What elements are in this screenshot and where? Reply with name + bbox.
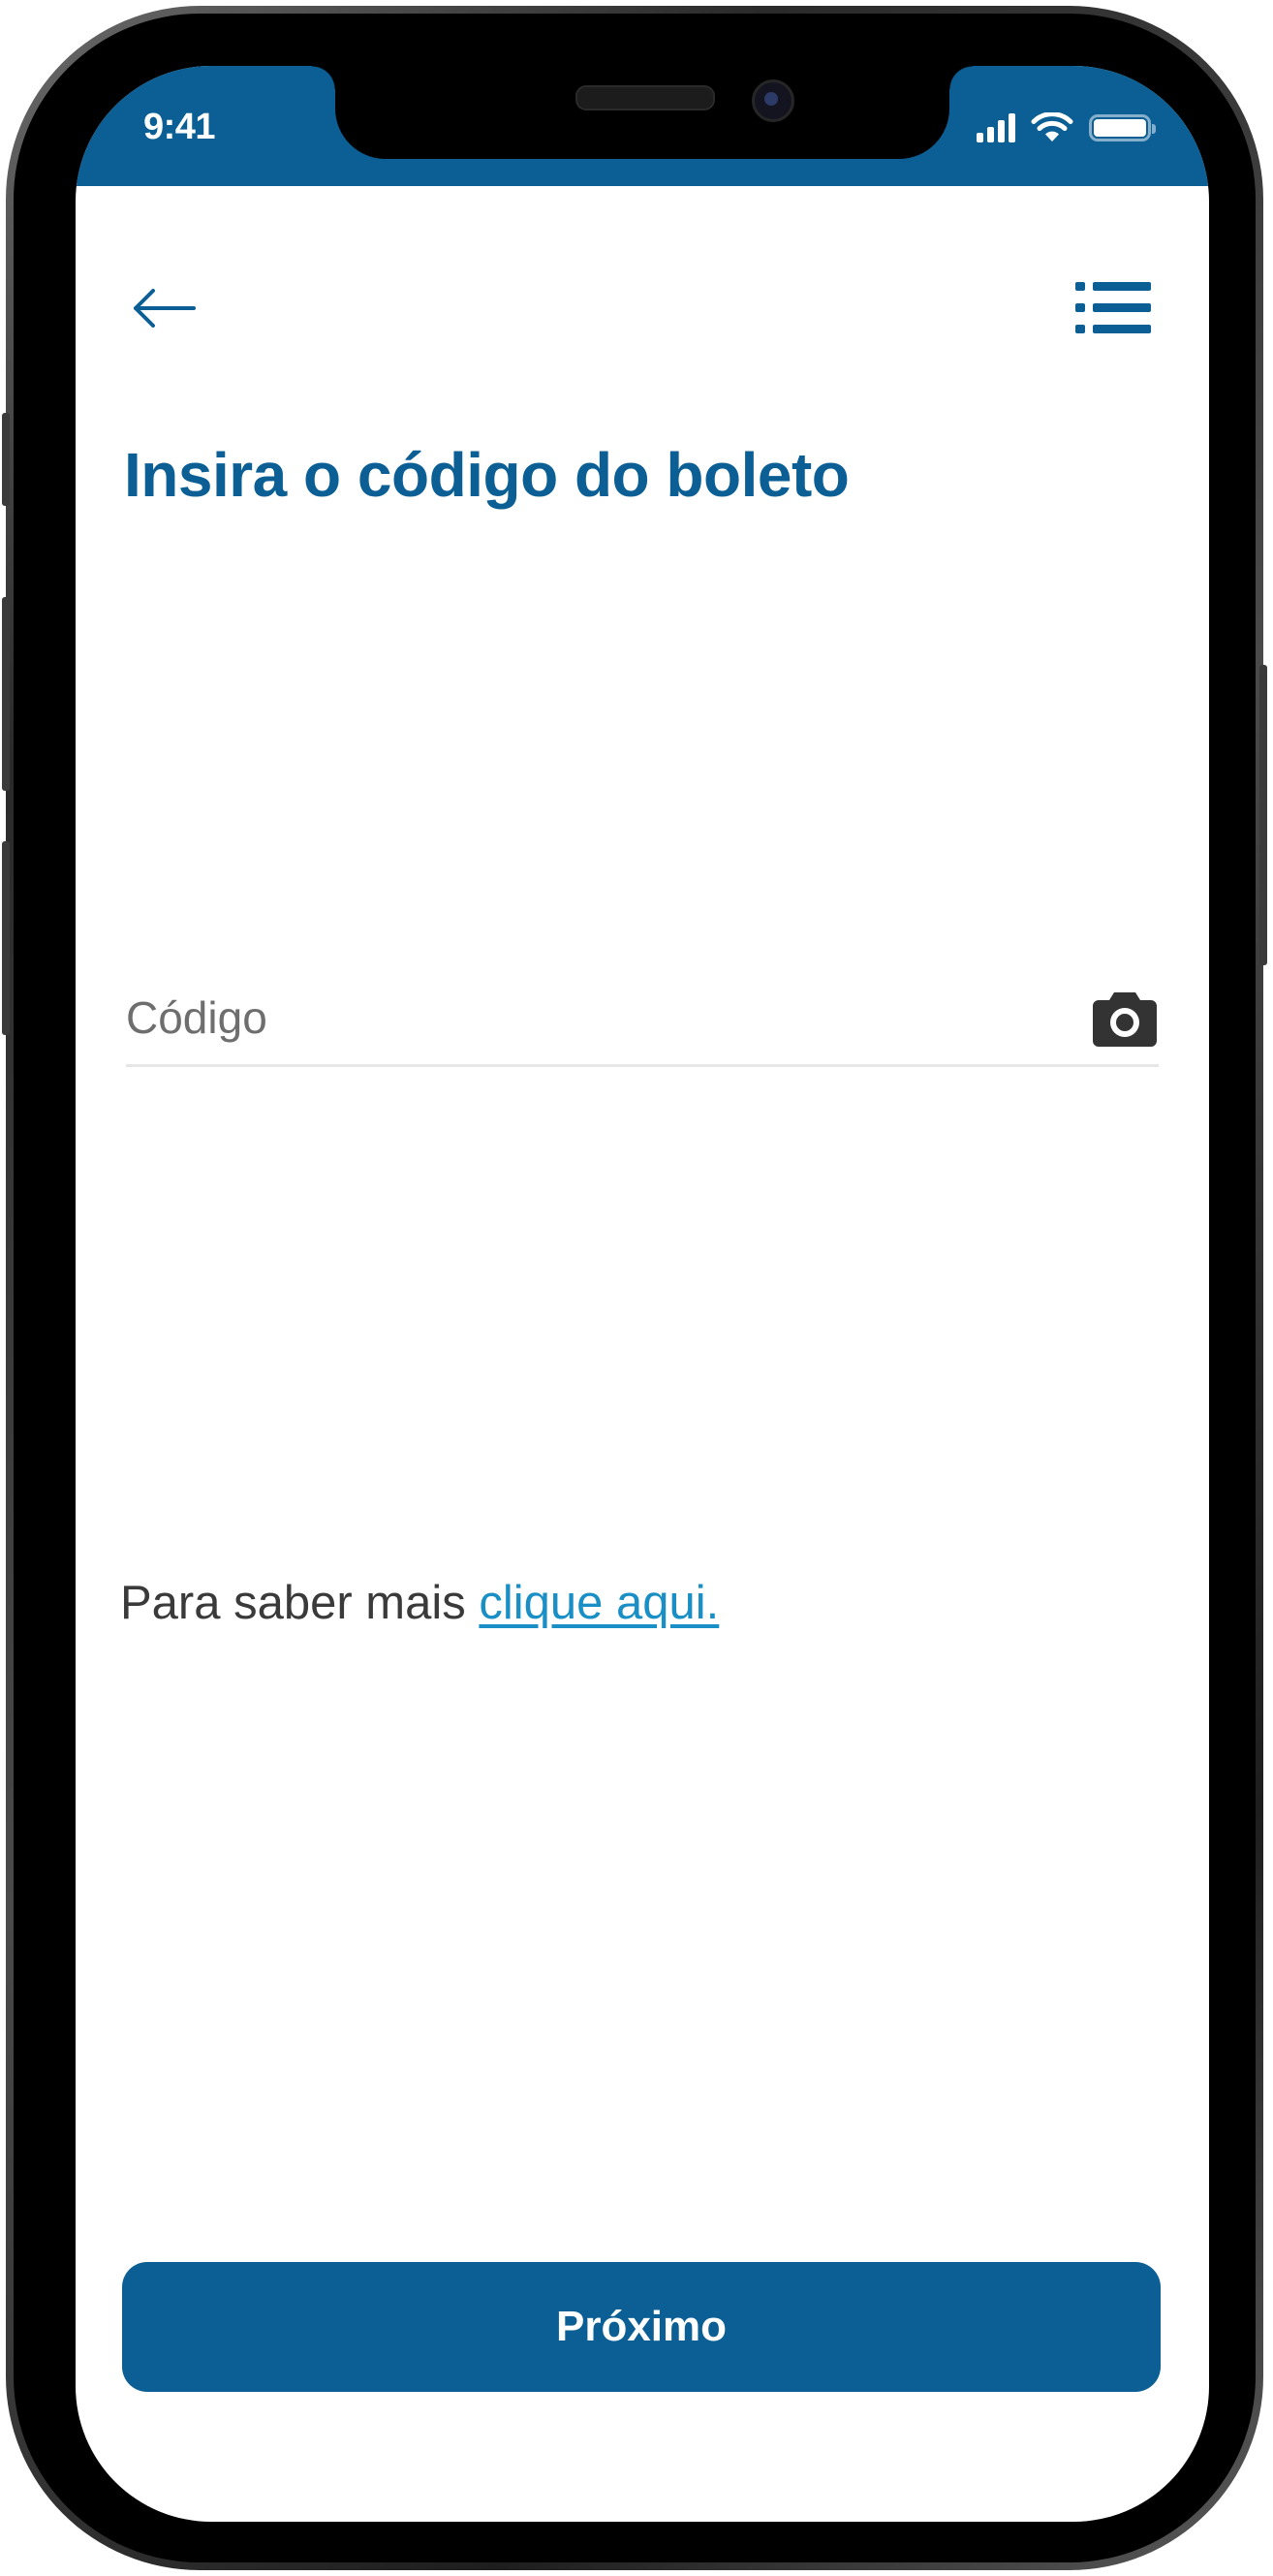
battery-level [1094,119,1146,137]
app-screen: 9:41 Insira o código do boleto Código Pa… [76,66,1209,2522]
wifi-icon [1031,112,1073,141]
scan-camera-button[interactable] [1091,987,1159,1049]
learn-more-link[interactable]: clique aqui. [479,1577,719,1629]
signal-icon [977,113,1015,142]
status-icons [977,109,1156,147]
status-time: 9:41 [143,107,216,147]
next-button[interactable]: Próximo [122,2262,1161,2392]
camera-icon [1093,992,1157,1047]
battery-icon [1089,114,1156,141]
power-button [1259,665,1267,965]
menu-button[interactable] [1064,269,1161,347]
notch [312,66,973,159]
volume-up-button [2,597,10,791]
arrow-left-icon [134,289,196,328]
page-title: Insira o código do boleto [124,440,850,510]
phone-frame: 9:41 Insira o código do boleto Código Pa… [2,6,1267,2570]
silent-switch [2,413,10,506]
code-field [126,977,1159,1067]
volume-down-button [2,841,10,1035]
code-input[interactable] [126,977,1056,1058]
front-camera [752,79,794,122]
info-text: Para saber mais clique aqui. [120,1576,719,1630]
speaker-grille [575,85,715,110]
back-button[interactable] [114,269,202,347]
list-icon [1075,282,1151,333]
status-bar: 9:41 [76,66,1209,186]
info-label: Para saber mais [120,1577,466,1629]
